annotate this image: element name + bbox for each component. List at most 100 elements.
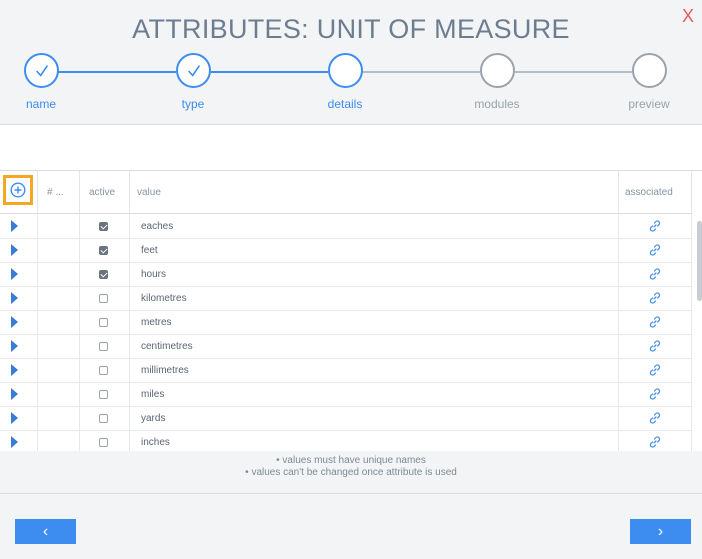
link-icon[interactable]	[648, 267, 662, 281]
expand-triangle-icon[interactable]	[11, 244, 18, 256]
expand-triangle-icon[interactable]	[11, 388, 18, 400]
column-header-value[interactable]: value	[130, 171, 619, 213]
column-header-associated-label: associated	[625, 186, 673, 198]
number-cell	[38, 310, 80, 334]
table-row[interactable]: hours	[0, 262, 692, 287]
value-cell[interactable]: miles	[130, 382, 619, 406]
active-checkbox[interactable]	[99, 341, 108, 351]
value-text: feet	[141, 244, 158, 256]
table-row[interactable]: kilometres	[0, 286, 692, 311]
expand-triangle-icon[interactable]	[11, 292, 18, 304]
expand-triangle-icon[interactable]	[11, 412, 18, 424]
prev-button[interactable]: ‹	[15, 519, 76, 544]
active-checkbox[interactable]	[99, 293, 108, 303]
associated-cell	[619, 358, 692, 382]
step-name[interactable]	[24, 53, 59, 88]
value-cell[interactable]: yards	[130, 406, 619, 430]
expand-cell[interactable]	[0, 430, 38, 451]
chevron-right-icon: ›	[657, 522, 664, 540]
value-text: eaches	[141, 220, 174, 232]
value-cell[interactable]: metres	[130, 310, 619, 334]
number-cell	[38, 406, 80, 430]
step-connector-2	[211, 71, 328, 73]
table-row[interactable]: metres	[0, 310, 692, 335]
expand-cell[interactable]	[0, 382, 38, 406]
next-button[interactable]: ›	[630, 519, 691, 544]
chevron-left-icon: ‹	[42, 522, 49, 540]
value-text: kilometres	[141, 292, 187, 304]
expand-cell[interactable]	[0, 406, 38, 430]
expand-triangle-icon[interactable]	[11, 364, 18, 376]
step-details[interactable]	[328, 53, 363, 88]
column-header-active-label: active	[89, 186, 116, 198]
expand-triangle-icon[interactable]	[11, 268, 18, 280]
add-value-button[interactable]	[3, 175, 33, 205]
table-row[interactable]: feet	[0, 238, 692, 263]
active-checkbox[interactable]	[99, 269, 108, 279]
active-checkbox[interactable]	[99, 365, 108, 375]
active-cell	[80, 430, 130, 451]
value-cell[interactable]: eaches	[130, 214, 619, 238]
expand-triangle-icon[interactable]	[11, 436, 18, 448]
active-checkbox[interactable]	[99, 437, 108, 447]
active-checkbox[interactable]	[99, 413, 108, 423]
checkmark-icon	[187, 64, 200, 77]
value-cell[interactable]: kilometres	[130, 286, 619, 310]
expand-cell[interactable]	[0, 214, 38, 238]
expand-triangle-icon[interactable]	[11, 220, 18, 232]
expand-cell[interactable]	[0, 334, 38, 358]
column-header-associated[interactable]: associated	[619, 171, 692, 213]
table-row[interactable]: millimetres	[0, 358, 692, 383]
step-connector-4	[515, 71, 632, 73]
value-cell[interactable]: millimetres	[130, 358, 619, 382]
table-row[interactable]: yards	[0, 406, 692, 431]
link-icon[interactable]	[648, 435, 662, 449]
value-cell[interactable]: feet	[130, 238, 619, 262]
spacer-panel	[0, 125, 702, 171]
column-header-value-label: value	[137, 186, 161, 198]
active-checkbox[interactable]	[99, 317, 108, 327]
number-cell	[38, 238, 80, 262]
active-checkbox[interactable]	[99, 221, 108, 231]
table-row[interactable]: centimetres	[0, 334, 692, 359]
link-icon[interactable]	[648, 387, 662, 401]
expand-triangle-icon[interactable]	[11, 340, 18, 352]
link-icon[interactable]	[648, 243, 662, 257]
active-cell	[80, 358, 130, 382]
link-icon[interactable]	[648, 363, 662, 377]
associated-cell	[619, 430, 692, 451]
value-cell[interactable]: hours	[130, 262, 619, 286]
step-label-type: type	[181, 97, 205, 111]
table-row[interactable]: inches	[0, 430, 692, 451]
value-cell[interactable]: centimetres	[130, 334, 619, 358]
link-icon[interactable]	[648, 219, 662, 233]
table-row[interactable]: eaches	[0, 214, 692, 239]
active-checkbox[interactable]	[99, 389, 108, 399]
step-modules[interactable]	[480, 53, 515, 88]
expand-cell[interactable]	[0, 286, 38, 310]
link-icon[interactable]	[648, 291, 662, 305]
expand-cell[interactable]	[0, 310, 38, 334]
associated-cell	[619, 214, 692, 238]
step-type[interactable]	[176, 53, 211, 88]
expand-cell[interactable]	[0, 262, 38, 286]
step-preview[interactable]	[632, 53, 667, 88]
column-header-active[interactable]: active	[80, 171, 130, 213]
expand-cell[interactable]	[0, 358, 38, 382]
expand-cell[interactable]	[0, 238, 38, 262]
close-button[interactable]: X	[682, 6, 694, 27]
column-header-number[interactable]: # ...	[38, 171, 80, 213]
table-row[interactable]: miles	[0, 382, 692, 407]
expand-triangle-icon[interactable]	[11, 316, 18, 328]
value-text: hours	[141, 268, 167, 280]
active-checkbox[interactable]	[99, 245, 108, 255]
link-icon[interactable]	[648, 339, 662, 353]
step-label-name: name	[25, 97, 57, 111]
value-cell[interactable]: inches	[130, 430, 619, 451]
footer-divider	[0, 493, 702, 494]
scrollbar[interactable]	[697, 221, 702, 301]
link-icon[interactable]	[648, 315, 662, 329]
note-text: values can't be changed once attribute i…	[251, 467, 457, 478]
link-icon[interactable]	[648, 411, 662, 425]
active-cell	[80, 238, 130, 262]
